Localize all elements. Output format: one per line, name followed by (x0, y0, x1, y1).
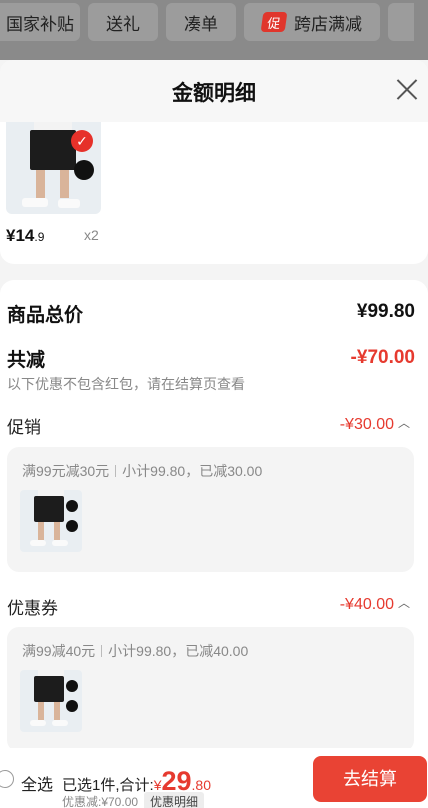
product-quantity: x2 (84, 227, 99, 243)
sheet-header: 金额明细 (0, 60, 428, 122)
filter-bar: 国家补贴 送礼 凑单 促 跨店满减 (0, 0, 428, 60)
filter-chip-cross-store[interactable]: 促 跨店满减 (244, 3, 380, 41)
product-price: ¥14.9 (6, 226, 45, 245)
discount-value: -¥70.00 (350, 347, 415, 368)
close-icon[interactable] (394, 76, 420, 102)
checked-badge-icon: ✓ (71, 130, 93, 152)
coupon-value: -¥40.00 (339, 596, 394, 613)
filter-chip-label: 凑单 (184, 14, 218, 34)
coupon-detail-text: 满99减40元 小计99.80，已减40.00 (22, 643, 249, 659)
chevron-up-icon: ︿ (397, 596, 410, 610)
filter-chip-more[interactable] (388, 3, 414, 41)
filter-chip-national-subsidy[interactable]: 国家补贴 (0, 3, 80, 41)
price-summary: 商品总价 ¥99.80 共减 -¥70.00 以下优惠不包含红包，请在结算页查看… (0, 280, 428, 808)
promo-icon: 促 (260, 12, 288, 32)
select-all-label[interactable]: 全选 (21, 771, 53, 795)
amount-detail-sheet: 金额明细 ✓ ¥14.9 x2 商品总价 ¥99.80 共减 -¥70.00 以… (0, 60, 428, 808)
promotion-detail-text: 满99元减30元 小计99.80，已减30.00 (22, 463, 263, 479)
total-price-label: 商品总价 (7, 305, 84, 326)
filter-chip-gift[interactable]: 送礼 (88, 3, 158, 41)
promotion-product-image[interactable] (20, 490, 82, 552)
sheet-title: 金额明细 (172, 82, 256, 105)
checkout-button[interactable]: 去结算 (313, 756, 427, 802)
promotion-toggle[interactable]: -¥30.00 ︿ (340, 414, 410, 434)
coupon-toggle[interactable]: -¥40.00 ︿ (340, 594, 410, 614)
product-card: ✓ ¥14.9 x2 (0, 122, 428, 264)
select-all-radio[interactable] (0, 770, 14, 788)
filter-chip-label: 跨店满减 (294, 14, 362, 34)
savings-line: 优惠减:¥70.00 优惠明细 (62, 792, 205, 808)
filter-chip-label: 送礼 (106, 14, 140, 34)
promotion-value: -¥30.00 (339, 416, 394, 433)
filter-chip-add-on[interactable]: 凑单 (166, 3, 236, 41)
checkout-bar: 全选 已选1件,合计:¥29.80 优惠减:¥70.00 优惠明细 去结算 (0, 748, 428, 808)
promotion-detail: 满99元减30元 小计99.80，已减30.00 (7, 447, 414, 572)
filter-chip-label: 国家补贴 (6, 14, 74, 34)
discount-note: 以下优惠不包含红包，请在结算页查看 (7, 376, 245, 392)
coupon-detail: 满99减40元 小计99.80，已减40.00 (7, 627, 414, 752)
coupon-label: 优惠券 (7, 599, 58, 618)
total-price-value: ¥99.80 (356, 301, 415, 322)
product-image[interactable]: ✓ (6, 122, 101, 214)
promotion-label: 促销 (7, 418, 41, 437)
discount-detail-button[interactable]: 优惠明细 (144, 792, 205, 808)
chevron-up-icon: ︿ (397, 416, 410, 430)
discount-label: 共减 (7, 350, 46, 371)
coupon-product-image[interactable] (20, 670, 82, 732)
savings-text: 优惠减:¥70.00 (62, 795, 139, 808)
